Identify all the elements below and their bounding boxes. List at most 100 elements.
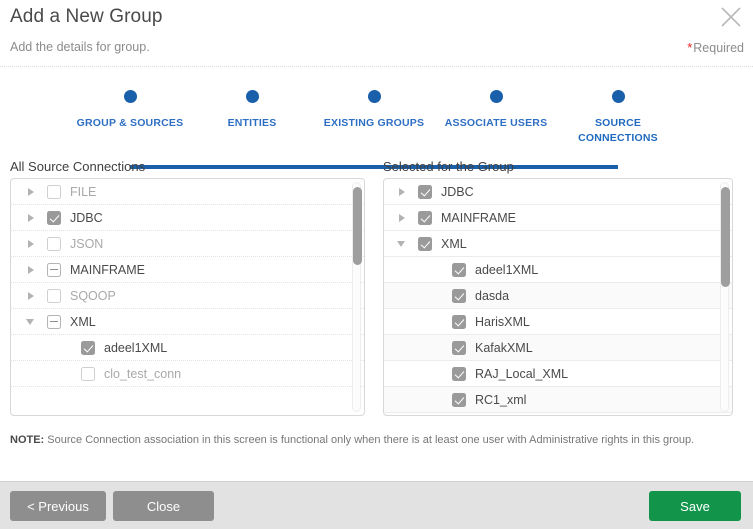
tree-row[interactable]: MAINFRAME — [11, 257, 364, 283]
required-label: Required — [693, 41, 744, 55]
tree-row[interactable]: JDBC — [384, 179, 732, 205]
checkbox-checked[interactable] — [81, 341, 95, 355]
checkbox-checked[interactable] — [418, 211, 432, 225]
step-label-5[interactable]: SOURCE CONNECTIONS — [558, 116, 678, 146]
step-label-2[interactable]: ENTITIES — [192, 116, 312, 131]
tree-row-label: XML — [70, 315, 96, 329]
left-tree-scrollbar[interactable] — [352, 182, 361, 412]
twisty-spacer — [430, 341, 443, 354]
tree-row[interactable]: XML — [11, 309, 364, 335]
stepper-connector-line — [130, 165, 618, 169]
checkbox-unchecked[interactable] — [47, 185, 61, 199]
selected-for-group-tree[interactable]: JDBC MAINFRAME XML adeel1XML dasda HarisXML Ka… — [383, 178, 733, 416]
tree-row[interactable]: adeel1XML — [11, 335, 364, 361]
save-button[interactable]: Save — [649, 491, 741, 521]
tree-row[interactable]: SQOOP — [11, 283, 364, 309]
checkbox-indeterminate[interactable] — [47, 315, 61, 329]
checkbox-checked[interactable] — [452, 341, 466, 355]
tree-row[interactable]: FILE — [11, 179, 364, 205]
tree-row-label: RAJ_Local_XML — [475, 367, 568, 381]
note-prefix: NOTE: — [10, 434, 44, 446]
right-tree-scrollbar-thumb[interactable] — [721, 187, 730, 287]
dialog-footer: < Previous Close Save — [0, 481, 753, 529]
page-subtitle: Add the details for group. — [10, 40, 150, 54]
tree-row-label: adeel1XML — [104, 341, 167, 355]
tree-row-label: JDBC — [441, 185, 474, 199]
tree-row-label: clo_test_conn — [104, 367, 181, 381]
step-dot-1[interactable] — [119, 85, 141, 107]
tree-row[interactable]: clo_test_conn — [11, 361, 364, 387]
tree-row[interactable]: RC1_xml — [384, 387, 732, 413]
tree-row[interactable]: MAINFRAME — [384, 205, 732, 231]
chevron-right-icon[interactable] — [25, 211, 38, 224]
twisty-spacer — [430, 393, 443, 406]
tree-row[interactable]: dasda — [384, 283, 732, 309]
tree-row-label: KafakXML — [475, 341, 533, 355]
chevron-right-icon[interactable] — [25, 289, 38, 302]
required-legend: *Required — [687, 40, 744, 55]
tree-row[interactable]: XML — [384, 231, 732, 257]
required-asterisk: * — [687, 40, 692, 55]
chevron-down-icon[interactable] — [396, 237, 409, 250]
close-button[interactable]: Close — [113, 491, 214, 521]
chevron-right-icon[interactable] — [396, 211, 409, 224]
tree-row[interactable]: HarisXML — [384, 309, 732, 335]
checkbox-indeterminate[interactable] — [47, 263, 61, 277]
tree-row[interactable]: KafakXML — [384, 335, 732, 361]
checkbox-checked[interactable] — [452, 263, 466, 277]
checkbox-checked[interactable] — [452, 289, 466, 303]
wizard-stepper: GROUP & SOURCES ENTITIES EXISTING GROUPS… — [0, 72, 753, 152]
twisty-spacer — [430, 289, 443, 302]
right-tree-rows[interactable]: JDBC MAINFRAME XML adeel1XML dasda HarisXML Ka… — [384, 179, 732, 415]
checkbox-checked[interactable] — [452, 315, 466, 329]
tree-row-label: MAINFRAME — [70, 263, 145, 277]
left-tree-rows[interactable]: FILEJDBC JSON MAINFRAME SQOOP XML adeel1XML cl… — [11, 179, 364, 415]
left-tree-scrollbar-thumb[interactable] — [353, 187, 362, 265]
tree-row-label: SQOOP — [70, 289, 116, 303]
right-tree-scrollbar[interactable] — [720, 182, 729, 412]
tree-row-label: HarisXML — [475, 315, 530, 329]
step-dot-2[interactable] — [241, 85, 263, 107]
checkbox-checked[interactable] — [418, 237, 432, 251]
twisty-spacer — [430, 315, 443, 328]
checkbox-checked[interactable] — [47, 211, 61, 225]
tree-row-label: XML — [441, 237, 467, 251]
tree-row-label: dasda — [475, 289, 509, 303]
twisty-spacer — [430, 367, 443, 380]
close-icon[interactable] — [718, 4, 744, 30]
tree-row[interactable]: JDBC — [11, 205, 364, 231]
right-panel-title: Selected for the Group — [383, 159, 514, 174]
previous-button[interactable]: < Previous — [10, 491, 106, 521]
tree-row-label: adeel1XML — [475, 263, 538, 277]
footer-note: NOTE: Source Connection association in t… — [10, 434, 694, 446]
tree-row-label: RC1_xml — [475, 393, 526, 407]
left-panel-title: All Source Connections — [10, 159, 145, 174]
checkbox-checked[interactable] — [452, 393, 466, 407]
twisty-spacer — [430, 263, 443, 276]
note-text: Source Connection association in this sc… — [44, 434, 694, 446]
step-dot-5[interactable] — [607, 85, 629, 107]
checkbox-unchecked[interactable] — [47, 289, 61, 303]
checkbox-checked[interactable] — [418, 185, 432, 199]
chevron-down-icon[interactable] — [25, 315, 38, 328]
checkbox-unchecked[interactable] — [47, 237, 61, 251]
step-dot-3[interactable] — [363, 85, 385, 107]
checkbox-checked[interactable] — [452, 367, 466, 381]
chevron-right-icon[interactable] — [25, 237, 38, 250]
step-label-1[interactable]: GROUP & SOURCES — [70, 116, 190, 131]
tree-row-label: JSON — [70, 237, 103, 251]
tree-row-label: MAINFRAME — [441, 211, 516, 225]
tree-row[interactable]: RAJ_Local_XML — [384, 361, 732, 387]
tree-row[interactable]: adeel1XML — [384, 257, 732, 283]
chevron-right-icon[interactable] — [25, 185, 38, 198]
all-source-connections-tree[interactable]: FILEJDBC JSON MAINFRAME SQOOP XML adeel1XML cl… — [10, 178, 365, 416]
step-label-3[interactable]: EXISTING GROUPS — [314, 116, 434, 131]
step-dot-4[interactable] — [485, 85, 507, 107]
checkbox-unchecked[interactable] — [81, 367, 95, 381]
chevron-right-icon[interactable] — [396, 185, 409, 198]
step-label-4[interactable]: ASSOCIATE USERS — [436, 116, 556, 131]
tree-row[interactable]: JSON — [11, 231, 364, 257]
dialog-header: Add a New Group Add the details for grou… — [0, 0, 753, 67]
twisty-spacer — [59, 367, 72, 380]
chevron-right-icon[interactable] — [25, 263, 38, 276]
